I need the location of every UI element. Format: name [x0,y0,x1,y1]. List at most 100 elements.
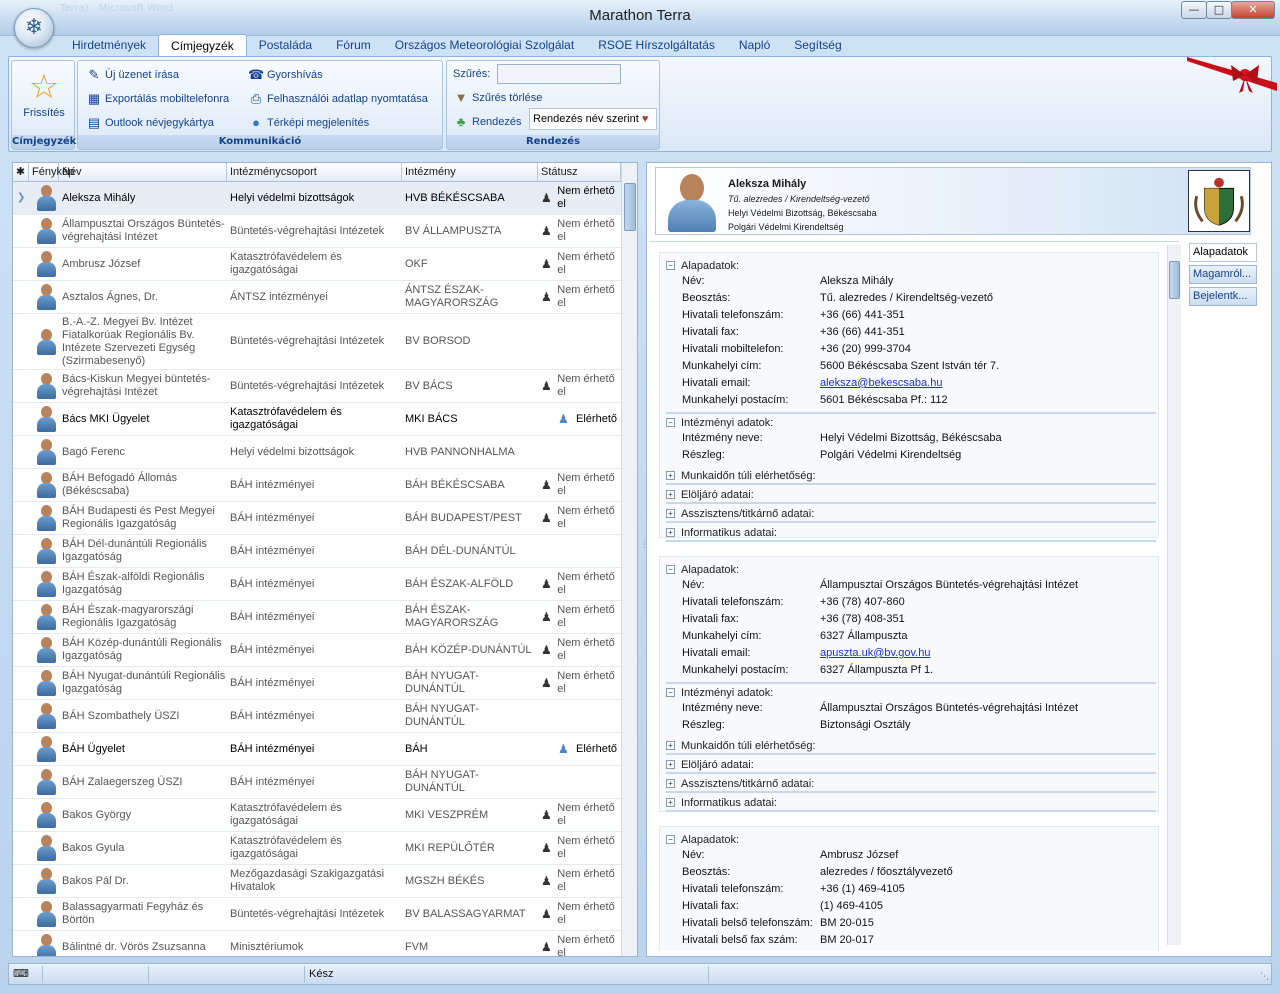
section-after_hours[interactable]: + Munkaidőn túli elérhetőség: [666,468,1156,485]
table-row[interactable]: Bács MKI Ügyelet Katasztrófavédelem és ig… [13,403,621,436]
table-row[interactable]: BÁH Nyugat-dunántúli Regionális Igazgató… [13,667,621,700]
section-superior[interactable]: + Elöljáró adatai: [666,757,1156,774]
column-header-name[interactable]: Név [59,163,227,182]
field-value: Biztonsági Osztály [820,719,911,731]
tab-2[interactable]: Postaláda [247,34,324,56]
outlook-card-button[interactable]: ▤ Outlook névjegykártya [86,114,214,132]
table-row[interactable]: ❯ Aleksza Mihály Helyi védelmi bizottságok… [13,182,621,215]
ribbon-tabs: Hirdetmények Címjegyzék Postaláda Fórum Orsz… [60,34,854,56]
quick-call-button[interactable]: ☎ Gyorshívás [248,66,323,84]
column-header-institution[interactable]: Intézmény [402,163,538,182]
table-row[interactable]: BÁH Észak-alföldi Regionális Igazgatóság… [13,568,621,601]
institution-cell: MKI VESZPRÉM [405,808,489,821]
user-online-icon: ♟ [558,411,569,426]
section-basic[interactable]: − Alapadatok: [666,831,1156,848]
status-cell: ♟ Nem érhető el [541,835,615,860]
tab-4[interactable]: Országos Meteorológiai Szolgálat [383,34,586,56]
section-assistant[interactable]: + Asszisztens/titkárnő adatai: [666,506,1156,523]
tab-1[interactable]: Címjegyzék [158,34,247,56]
email-link[interactable]: apuszta.uk@bv.gov.hu [820,647,930,659]
field-label: Beosztás: [682,292,731,304]
side-tab-alapadatok[interactable]: Alapadatok [1189,243,1257,262]
tab-5[interactable]: RSOE Hírszolgáltatás [586,34,727,56]
section-assistant[interactable]: + Asszisztens/titkárnő adatai: [666,776,1156,793]
minimize-button[interactable]: — [1181,1,1207,19]
name-cell: BÁH Dél-dunántúli Regionális Igazgatóság [62,538,207,563]
table-row[interactable]: Bagó Ferenc Helyi védelmi bizottságok HVB … [13,436,621,469]
email-link[interactable]: aleksza@bekescsaba.hu [820,377,942,389]
export-mobile-button[interactable]: ▦ Exportálás mobiltelefonra [86,90,229,108]
section-it[interactable]: + Informatikus adatai: [666,525,1156,542]
pane-splitter[interactable]: ⋮ [640,540,649,570]
field-value: Aleksza Mihály [820,275,894,287]
table-row[interactable]: BÁH Szombathely ÜSZI BÁH intézményei BÁH N… [13,700,621,733]
user-offline-icon: ♟ [541,873,552,888]
table-row[interactable]: Bálintné dr. Vörös Zsuzsanna Minisztérium… [13,931,621,956]
table-row[interactable]: Ambrusz József Katasztrófavédelem és igaz… [13,248,621,281]
table-row[interactable]: Bács-Kiskun Megyei büntetés-végrehajtási… [13,370,621,403]
scroll-thumb[interactable] [624,183,636,231]
contact-name: Aleksza Mihály [728,178,807,190]
avatar [35,437,57,467]
table-row[interactable]: Állampusztai Országos Büntetés-végrehajt… [13,215,621,248]
institution-cell: BV ÁLLAMPUSZTA [405,224,502,237]
status-cell: ♟ Nem érhető el [541,934,615,956]
table-row[interactable]: Balassagyarmati Fegyház és Börtön Bünteté… [13,898,621,931]
side-tab-magamrol[interactable]: Magamról... [1189,265,1257,284]
table-row[interactable]: BÁH Észak-magyarországi Regionális Igazg… [13,601,621,634]
expand-icon: + [666,528,675,537]
section-inst[interactable]: − Intézményi adatok: [666,414,1156,431]
maximize-button[interactable]: □ [1206,1,1232,19]
table-row[interactable]: BÁH Befogadó Állomás (Békéscsaba) BÁH int… [13,469,621,502]
status-cell: ♟ Nem érhető el [541,284,615,309]
scroll-thumb[interactable] [1169,261,1180,299]
photo-cell [31,733,61,765]
avatar [35,216,57,246]
close-button[interactable]: ✕ [1231,1,1275,19]
column-header-status[interactable]: Státusz [538,163,621,182]
section-basic[interactable]: − Alapadatok: [666,257,1156,274]
table-row[interactable]: Bakos Pál Dr. Mezőgazdasági Szakigazgatás… [13,865,621,898]
section-superior[interactable]: + Elöljáró adatai: [666,487,1156,504]
table-row[interactable]: Asztalos Ágnes, Dr. ÁNTSZ intézményei ÁNTS… [13,281,621,314]
table-row[interactable]: B.-A.-Z. Megyei Bv. Intézet Fiatalkorúak… [13,314,621,370]
table-row[interactable]: BÁH Közép-dunántúli Regionális Igazgatós… [13,634,621,667]
sort-dropdown[interactable]: Rendezés név szerint ♥ [529,108,657,130]
avatar [35,734,57,764]
institution-cell: BÁH BUDAPEST/PEST [405,511,522,524]
table-row[interactable]: Bakos Gyula Katasztrófavédelem és igazgat… [13,832,621,865]
name-cell: BÁH Budapesti és Pest Megyei Regionális … [62,505,215,530]
map-display-button[interactable]: ● Térképi megjelenítés [248,114,369,132]
section-inst[interactable]: − Intézményi adatok: [666,684,1156,701]
table-row[interactable]: BÁH Dél-dunántúli Regionális Igazgatóság… [13,535,621,568]
table-row[interactable]: BÁH Zalaegerszeg ÜSZI BÁH intézményei BÁH … [13,766,621,799]
photo-cell [31,634,61,666]
detail-scrollbar[interactable] [1167,245,1181,945]
sort-button[interactable]: ♣ Rendezés [453,113,522,131]
section-basic[interactable]: − Alapadatok: [666,561,1156,578]
tab-6[interactable]: Napló [727,34,782,56]
column-header-group[interactable]: Intézménycsoport [227,163,402,182]
tab-3[interactable]: Fórum [324,34,383,56]
table-row[interactable]: Bakos György Katasztrófavédelem és igazga… [13,799,621,832]
refresh-button[interactable]: ☆ Frissítés [16,67,72,123]
resize-grip-icon[interactable]: ⋱ [1260,972,1269,982]
field-value: +36 (66) 441-351 [820,326,905,338]
table-row[interactable]: BÁH Budapesti és Pest Megyei Regionális … [13,502,621,535]
tab-0[interactable]: Hirdetmények [60,34,158,56]
column-header-photo[interactable]: Fénykép [29,163,74,182]
filter-clear-button[interactable]: ▼ Szűrés törlése [453,89,543,107]
app-menu-button[interactable]: ❄ [14,8,54,48]
refresh-label: Frissítés [23,107,65,119]
table-row[interactable]: BÁH Ügyelet BÁH intézményei BÁH ♟ Elérhető [13,733,621,766]
grid-scrollbar[interactable] [621,163,637,956]
institution-cell: BÁH DÉL-DUNÁNTÚL [405,544,516,557]
section-after_hours[interactable]: + Munkaidőn túli elérhetőség: [666,738,1156,755]
field-label: Hivatali telefonszám: [682,309,784,321]
side-tab-bejelentkezes[interactable]: Bejelentk... [1189,287,1257,306]
filter-input[interactable] [497,64,621,84]
new-message-button[interactable]: ✎ Új üzenet írása [86,66,179,84]
tab-7[interactable]: Segítség [782,34,853,56]
section-it[interactable]: + Informatikus adatai: [666,795,1156,812]
print-user-sheet-button[interactable]: ⎙ Felhasználói adatlap nyomtatása [248,90,428,108]
